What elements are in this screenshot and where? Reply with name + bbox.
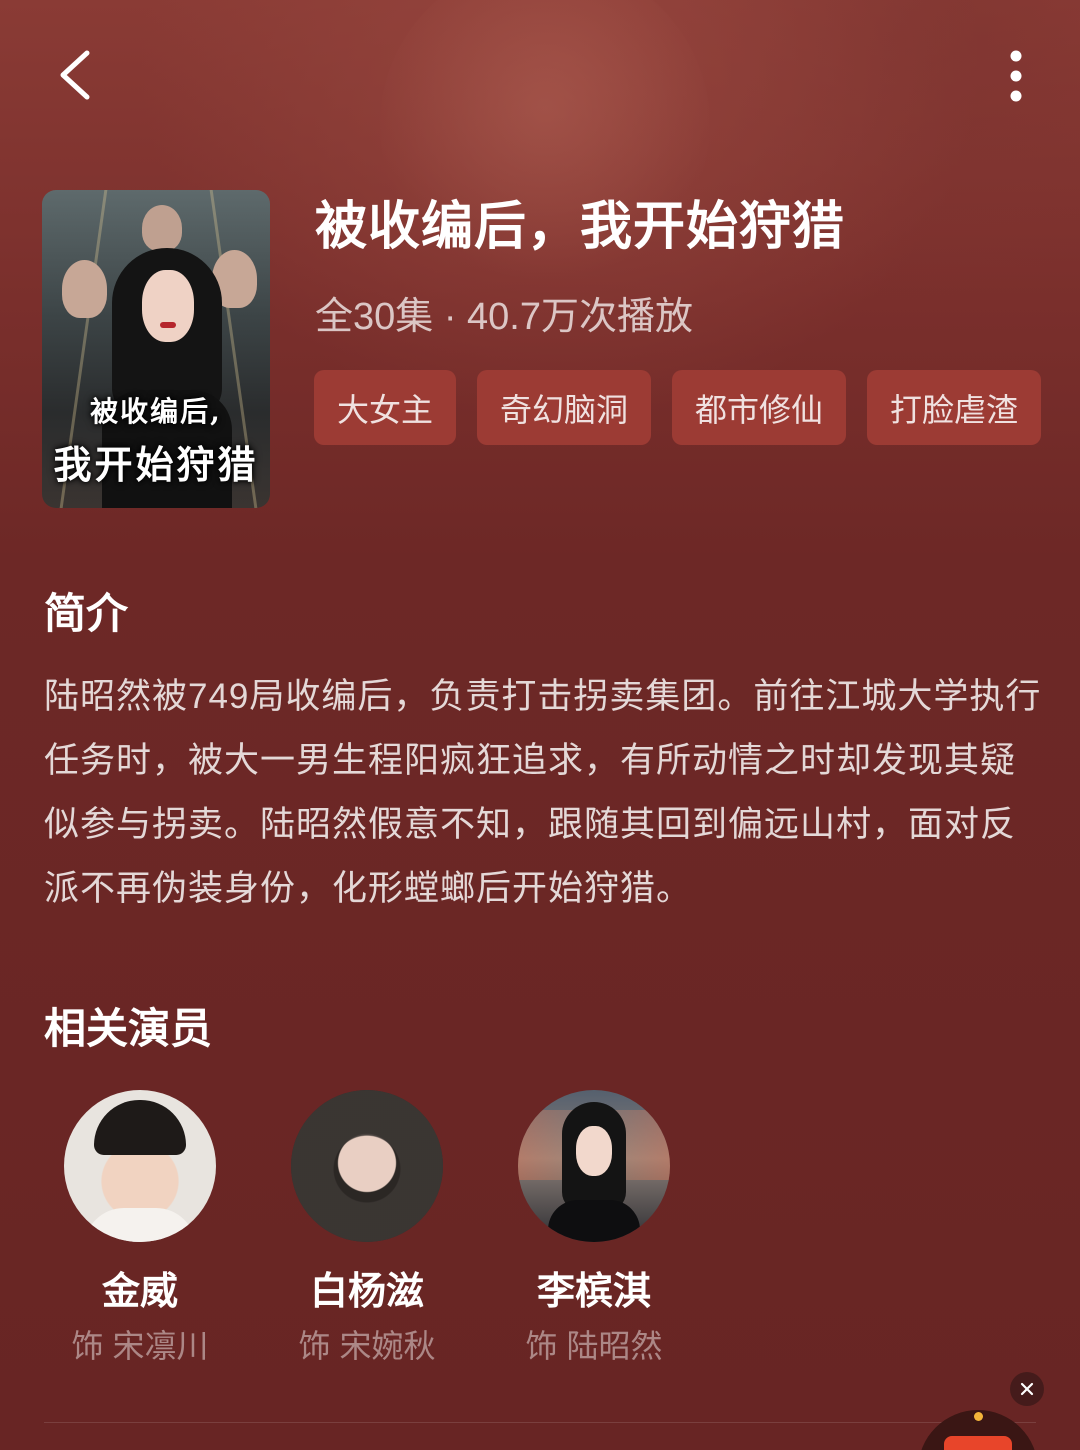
actor-card[interactable]: 李槟淇 饰 陆昭然 — [506, 1090, 682, 1368]
intro-text: 陆昭然被749局收编后，负责打击拐卖集团。前往江城大学执行任务时，被大一男生程阳… — [44, 677, 1042, 908]
poster-title-line1: 被收编后, — [90, 395, 222, 428]
drama-poster[interactable]: 被收编后, 我开始狩猎 — [42, 190, 270, 508]
avatar-shading — [291, 1090, 443, 1242]
actor-avatar — [64, 1090, 216, 1242]
close-floating-button[interactable] — [1010, 1372, 1044, 1406]
widget-dot — [974, 1412, 983, 1421]
more-options-button[interactable] — [984, 40, 1048, 112]
drama-title: 被收编后，我开始狩猎 — [315, 198, 846, 256]
actor-name: 金威 — [101, 1271, 178, 1313]
avatar-shirt — [84, 1208, 196, 1242]
avatar-dress — [548, 1200, 640, 1242]
actor-name: 李槟淇 — [536, 1271, 651, 1313]
cast-heading: 相关演员 — [44, 1005, 213, 1052]
intro-heading: 简介 — [44, 590, 129, 637]
actor-name: 白杨滋 — [309, 1271, 424, 1313]
actor-role: 饰 宋凛川 — [71, 1328, 209, 1364]
drama-meta: 全30集 · 40.7万次播放 — [315, 296, 693, 338]
poster-figure — [62, 260, 107, 318]
section-divider — [44, 1422, 1036, 1423]
close-icon — [1020, 1382, 1034, 1396]
poster-lead-face — [142, 270, 194, 342]
tag-chip[interactable]: 都市修仙 — [672, 370, 847, 445]
poster-title: 被收编后, 我开始狩猎 — [42, 390, 270, 489]
actor-role: 饰 陆昭然 — [525, 1328, 663, 1364]
actor-card[interactable]: 金威 饰 宋凛川 — [52, 1090, 228, 1368]
tag-chip[interactable]: 打脸虐渣 — [867, 370, 1042, 445]
poster-lead-lips — [160, 322, 176, 328]
tag-chip[interactable]: 大女主 — [314, 370, 457, 445]
tag-list: 大女主 奇幻脑洞 都市修仙 打脸虐渣 — [314, 370, 1062, 445]
poster-title-line2: 我开始狩猎 — [53, 442, 259, 487]
chevron-left-icon — [60, 50, 90, 100]
tag-chip[interactable]: 奇幻脑洞 — [477, 370, 652, 445]
poster-figure — [142, 205, 182, 251]
top-bar — [0, 0, 1080, 150]
actor-avatar — [518, 1090, 670, 1242]
actor-avatar — [291, 1090, 443, 1242]
cast-list: 金威 饰 宋凛川 白杨滋 饰 宋婉秋 李槟淇 饰 陆昭然 — [52, 1090, 733, 1368]
avatar-face — [576, 1126, 612, 1176]
avatar-hair — [94, 1100, 186, 1155]
actor-card[interactable]: 白杨滋 饰 宋婉秋 — [279, 1090, 455, 1368]
back-button[interactable] — [40, 40, 110, 110]
actor-role: 饰 宋婉秋 — [298, 1328, 436, 1364]
red-packet-icon — [944, 1436, 1012, 1450]
more-vertical-icon — [1010, 50, 1022, 102]
